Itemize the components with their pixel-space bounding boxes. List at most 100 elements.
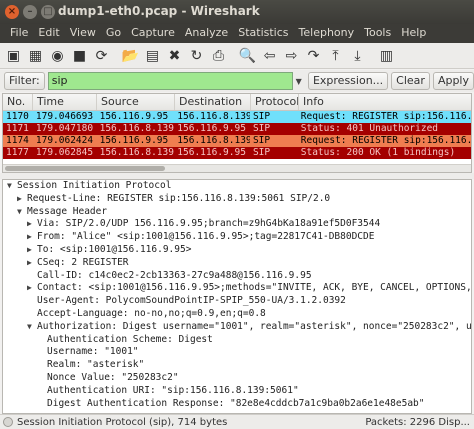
- back-icon[interactable]: ⇦: [259, 45, 280, 66]
- filter-dropdown-icon[interactable]: ▼: [296, 77, 305, 86]
- expand-arrow-icon[interactable]: ▼: [27, 321, 37, 334]
- menu-tools[interactable]: Tools: [360, 24, 397, 43]
- packet-protocol: SIP: [252, 147, 271, 158]
- minimize-window-button[interactable]: –: [23, 5, 37, 19]
- tree-node[interactable]: User-Agent: PolycomSoundPointIP-SPIP_550…: [3, 295, 471, 308]
- menu-statistics[interactable]: Statistics: [234, 24, 294, 43]
- filter-input[interactable]: sip: [47, 72, 293, 90]
- packet-protocol: SIP: [252, 135, 271, 146]
- packet-source: 156.116.8.139: [99, 123, 174, 134]
- restart-capture-icon[interactable]: ⟳: [91, 45, 112, 66]
- window-controls: × – □: [5, 5, 55, 19]
- expand-arrow-icon[interactable]: ▼: [7, 180, 17, 193]
- close-window-button[interactable]: ×: [5, 5, 19, 19]
- tree-node[interactable]: ▶ Via: SIP/2.0/UDP 156.116.9.95;branch=z9…: [3, 218, 471, 231]
- last-packet-icon[interactable]: ⤓: [347, 45, 368, 66]
- tree-node[interactable]: ▶ CSeq: 2 REGISTER: [3, 257, 471, 270]
- expand-arrow-icon[interactable]: ▶: [17, 193, 27, 206]
- column-info[interactable]: Info: [299, 94, 471, 110]
- tree-node[interactable]: ▶ Request-Line: REGISTER sip:156.116.8.13…: [3, 193, 471, 206]
- packet-info: Status: 401 Unauthorized: [300, 123, 439, 134]
- tree-node[interactable]: ▼ Session Initiation Protocol: [3, 180, 471, 193]
- column-destination[interactable]: Destination: [175, 94, 251, 110]
- forward-icon[interactable]: ⇨: [281, 45, 302, 66]
- close-file-icon[interactable]: ✖: [164, 45, 185, 66]
- packet-row[interactable]: 1171 179.047180 156.116.8.139 156.116.9.…: [3, 123, 471, 135]
- expand-arrow-icon[interactable]: ▼: [17, 206, 27, 219]
- tree-node[interactable]: Authentication URI: "sip:156.116.8.139:5…: [3, 385, 471, 398]
- tree-node[interactable]: Digest Authentication Response: "82e8e4c…: [3, 398, 471, 411]
- menu-analyze[interactable]: Analyze: [181, 24, 234, 43]
- print-icon[interactable]: ⎙: [208, 45, 229, 66]
- clear-button[interactable]: Clear: [391, 72, 430, 90]
- filter-label-button[interactable]: Filter:: [4, 72, 45, 90]
- tree-node[interactable]: Nonce Value: "250283c2": [3, 372, 471, 385]
- packet-info: Request: REGISTER sip:156.116.8: [300, 135, 471, 146]
- first-packet-icon[interactable]: ⤒: [325, 45, 346, 66]
- find-icon[interactable]: 🔍: [237, 45, 258, 66]
- menu-go[interactable]: Go: [102, 24, 127, 43]
- packet-row[interactable]: 1174 179.062424 156.116.9.95 156.116.8.1…: [3, 135, 471, 147]
- column-no[interactable]: No.: [3, 94, 33, 110]
- menu-telephony[interactable]: Telephony: [295, 24, 361, 43]
- reload-icon[interactable]: ↻: [186, 45, 207, 66]
- tree-node[interactable]: Authentication Scheme: Digest: [3, 334, 471, 347]
- tree-node-label: Accept-Language: no-no,no;q=0.9,en;q=0.8: [37, 307, 266, 319]
- tree-node[interactable]: Username: "1001": [3, 346, 471, 359]
- tree-node[interactable]: ▼ Authorization: Digest username="1001", …: [3, 321, 471, 334]
- column-protocol[interactable]: Protocol: [251, 94, 299, 110]
- packet-row[interactable]: 1170 179.046693 156.116.9.95 156.116.8.1…: [3, 111, 471, 123]
- start-capture-icon[interactable]: ◉: [47, 45, 68, 66]
- packet-details-tree: ▼ Session Initiation Protocol ▶ Request-Li…: [2, 179, 472, 414]
- packet-no: 1174: [6, 135, 29, 146]
- column-source[interactable]: Source: [97, 94, 175, 110]
- tree-node-label: Realm: "asterisk": [47, 359, 145, 371]
- stop-capture-icon[interactable]: ■: [69, 45, 90, 66]
- open-file-icon[interactable]: 📂: [120, 45, 141, 66]
- menu-view[interactable]: View: [66, 24, 102, 43]
- packet-destination: 156.116.9.95: [177, 123, 246, 134]
- tree-node-label: Username: "1001": [47, 346, 139, 358]
- menu-edit[interactable]: Edit: [34, 24, 65, 43]
- tree-node[interactable]: ▼ Message Header: [3, 206, 471, 219]
- save-file-icon[interactable]: ▤: [142, 45, 163, 66]
- packet-row[interactable]: 1177 179.062845 156.116.8.139 156.116.9.…: [3, 147, 471, 159]
- tree-node[interactable]: Accept-Language: no-no,no;q=0.9,en;q=0.8: [3, 308, 471, 321]
- expand-arrow-icon[interactable]: ▶: [27, 218, 37, 231]
- tree-node[interactable]: ▶ To: <sip:1001@156.116.9.95>: [3, 244, 471, 257]
- packet-count: Packets: 2296 Disp...: [365, 416, 470, 428]
- menu-bar: File Edit View Go Capture Analyze Statis…: [0, 24, 474, 43]
- expand-arrow-icon[interactable]: ▶: [27, 257, 37, 270]
- tree-node-label: CSeq: 2 REGISTER: [37, 256, 129, 268]
- packet-time: 179.046693: [35, 111, 94, 122]
- maximize-window-button[interactable]: □: [41, 5, 55, 19]
- scrollbar-thumb[interactable]: [5, 166, 165, 171]
- tree-node-label: Via: SIP/2.0/UDP 156.116.9.95;branch=z9h…: [37, 218, 381, 230]
- capture-options-icon[interactable]: ▦: [25, 45, 46, 66]
- tree-node[interactable]: Call-ID: c14c0ec2-2cb13363-27c9a488@156.…: [3, 270, 471, 283]
- packet-list-scrollbar[interactable]: [3, 164, 471, 172]
- menu-file[interactable]: File: [6, 24, 34, 43]
- tree-node[interactable]: Realm: "asterisk": [3, 359, 471, 372]
- packet-list: No. Time Source Destination Protocol Inf…: [2, 93, 472, 173]
- window-title: dump1-eth0.pcap - Wireshark: [58, 4, 260, 18]
- expert-info-icon[interactable]: [3, 417, 13, 427]
- tree-node-label: Contact: <sip:1001@156.116.9.95>;methods…: [37, 282, 471, 294]
- status-bar: Session Initiation Protocol (sip), 714 b…: [0, 414, 474, 429]
- expand-arrow-icon[interactable]: ▶: [27, 282, 37, 295]
- menu-capture[interactable]: Capture: [127, 24, 181, 43]
- toolbar-separator: [230, 45, 236, 66]
- colorize-icon[interactable]: ▥: [376, 45, 397, 66]
- goto-icon[interactable]: ↷: [303, 45, 324, 66]
- apply-button[interactable]: Apply: [432, 72, 474, 90]
- tree-node[interactable]: ▶ Contact: <sip:1001@156.116.9.95>;method…: [3, 282, 471, 295]
- tree-node-label: From: "Alice" <sip:1001@156.116.9.95>;ta…: [37, 231, 375, 243]
- expression-button[interactable]: Expression...: [307, 72, 389, 90]
- interface-list-icon[interactable]: ▣: [3, 45, 24, 66]
- tree-node[interactable]: ▶ From: "Alice" <sip:1001@156.116.9.95>;t…: [3, 231, 471, 244]
- menu-help[interactable]: Help: [397, 24, 432, 43]
- expand-arrow-icon[interactable]: ▶: [27, 244, 37, 257]
- expand-arrow-icon[interactable]: ▶: [27, 231, 37, 244]
- status-text: Session Initiation Protocol (sip), 714 b…: [17, 416, 228, 428]
- column-time[interactable]: Time: [33, 94, 97, 110]
